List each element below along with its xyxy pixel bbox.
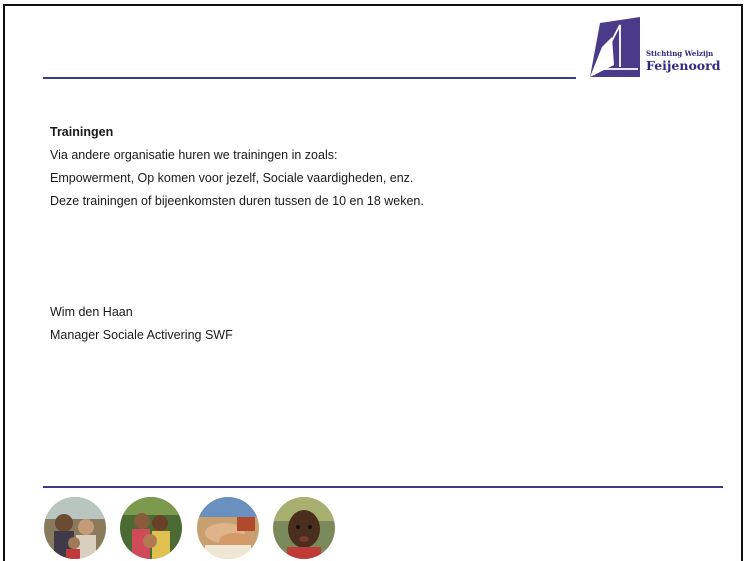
body-line-2: Empowerment, Op komen voor jezelf, Socia… — [50, 171, 414, 185]
child-portrait-photo-4-icon — [273, 497, 335, 559]
top-divider — [43, 77, 576, 79]
signature-role: Manager Sociale Activering SWF — [50, 328, 233, 342]
signature-name: Wim den Haan — [50, 305, 133, 319]
sail-logo-icon — [590, 17, 642, 77]
bottom-divider — [43, 486, 723, 488]
logo: Stichting Welzijn Feijenoord — [590, 17, 735, 79]
signature-block: Wim den Haan Manager Sociale Activering … — [50, 301, 233, 347]
body-line-3: Deze trainingen of bijeenkomsten duren t… — [50, 194, 424, 208]
slide — [3, 4, 743, 561]
body-line-1: Via andere organisatie huren we training… — [50, 148, 338, 162]
logo-big-text: Feijenoord — [646, 58, 721, 73]
logo-small-text: Stichting Welzijn — [646, 49, 714, 58]
people-photo-1-icon — [44, 497, 106, 559]
main-content: Trainingen Via andere organisatie huren … — [50, 121, 690, 213]
hands-photo-3-icon — [197, 497, 259, 559]
children-photo-2-icon — [120, 497, 182, 559]
section-heading: Trainingen — [50, 125, 114, 139]
